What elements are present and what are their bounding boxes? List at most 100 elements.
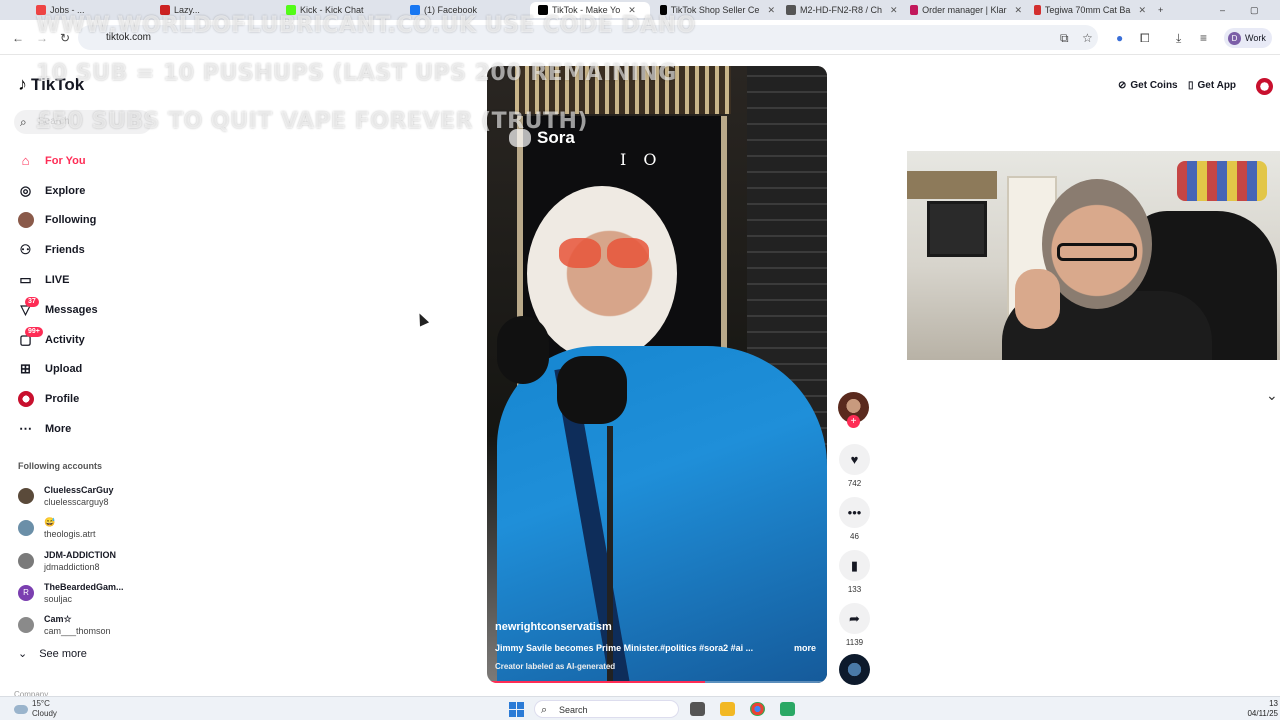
extensions-puzzle-icon[interactable]: ⧠ bbox=[1140, 31, 1150, 46]
extension-icon[interactable]: ● bbox=[1116, 31, 1123, 45]
list-item[interactable]: 😅 theologis.atrt bbox=[18, 512, 124, 544]
browser-tab[interactable]: TikTok Shop Seller Ce ✕ bbox=[660, 2, 775, 18]
list-item[interactable]: JDM-ADDICTION jdmaddiction8 bbox=[18, 545, 124, 577]
get-coins-button[interactable]: ⊘ Get Coins bbox=[1118, 80, 1178, 91]
sidebar-item-messages[interactable]: ▽ 37 Messages bbox=[18, 295, 98, 325]
sidebar-item-for-you[interactable]: ⌂ For You bbox=[18, 146, 98, 176]
caps-on-wall bbox=[1177, 161, 1267, 201]
system-clock[interactable]: 13 04/11/25 bbox=[1247, 699, 1278, 719]
tiktok-logo[interactable]: ♪ TikTok bbox=[18, 74, 84, 95]
browser-tab[interactable]: Lazy... bbox=[160, 2, 260, 18]
get-app-button[interactable]: ▯ Get App bbox=[1188, 80, 1236, 91]
browser-tab[interactable]: Order manager | Klar ✕ bbox=[910, 2, 1022, 18]
mouse-cursor-icon bbox=[414, 311, 430, 327]
tab-label: (1) Facebook bbox=[424, 5, 478, 15]
list-item[interactable]: Cam☆ cam___thomson bbox=[18, 609, 124, 641]
url-field[interactable]: tiktok.com bbox=[78, 25, 1098, 50]
compass-icon: ◎ bbox=[19, 182, 32, 198]
clock-time: 13 bbox=[1269, 699, 1278, 708]
sidebar-item-label: Explore bbox=[45, 184, 86, 197]
file-explorer-icon[interactable] bbox=[720, 702, 735, 716]
list-item[interactable]: CluelessCarGuy cluelesscarguy8 bbox=[18, 480, 124, 512]
sidebar-item-explore[interactable]: ◎ Explore bbox=[18, 176, 98, 206]
tab-label: TikTok - Make Yo bbox=[552, 5, 621, 15]
phone-icon: ▯ bbox=[1188, 80, 1194, 91]
profile-button[interactable]: D Work bbox=[1224, 28, 1272, 48]
like-button[interactable]: ♥ 742 bbox=[839, 444, 870, 488]
windows-taskbar: 15°C Cloudy ⌕ Search 13 04/11/25 bbox=[0, 696, 1280, 720]
monitor bbox=[927, 201, 987, 257]
user-avatar[interactable] bbox=[1256, 78, 1273, 95]
bookmark-star-icon[interactable]: ☆ bbox=[1082, 31, 1093, 45]
browser-tab[interactable]: (1) Facebook bbox=[410, 2, 520, 18]
following-accounts-title: Following accounts bbox=[18, 461, 103, 471]
tab-label: Lazy... bbox=[174, 5, 200, 15]
list-item[interactable]: R TheBeardedGam... souljac bbox=[18, 577, 124, 609]
close-icon[interactable]: ✕ bbox=[1138, 5, 1146, 16]
tab-label: TikTok Shop Seller Ce bbox=[670, 5, 760, 15]
download-icon[interactable]: ⤓ bbox=[1176, 31, 1181, 46]
sidebar-item-profile[interactable]: Profile bbox=[17, 384, 98, 414]
see-more-button[interactable]: ⌄ See more bbox=[18, 647, 87, 661]
forward-icon[interactable]: → bbox=[36, 31, 48, 45]
upload-icon: ⊞ bbox=[20, 361, 31, 377]
video-description-row: Jimmy Savile becomes Prime Minister.#pol… bbox=[495, 643, 820, 653]
more-button[interactable]: more bbox=[794, 643, 816, 653]
bookmark-icon: ▮ bbox=[839, 550, 870, 581]
get-app-label: Get App bbox=[1197, 80, 1237, 91]
profile-icon bbox=[17, 391, 34, 408]
creator-avatar[interactable]: + bbox=[838, 392, 869, 428]
account-handle: cluelesscarguy8 bbox=[44, 497, 109, 508]
save-button[interactable]: ▮ 133 bbox=[839, 550, 870, 594]
browser-tab[interactable]: Jobs - ... bbox=[36, 2, 154, 18]
task-view-icon[interactable] bbox=[690, 702, 705, 716]
follow-plus-icon[interactable]: + bbox=[847, 415, 860, 428]
video-author[interactable]: newrightconservatism bbox=[495, 621, 820, 633]
install-app-icon[interactable]: ⧉ bbox=[1060, 31, 1069, 46]
minimize-icon[interactable]: – bbox=[1220, 2, 1230, 18]
close-icon[interactable]: ✕ bbox=[1014, 5, 1022, 16]
sidebar-item-following[interactable]: Following bbox=[17, 206, 98, 236]
close-icon[interactable]: ✕ bbox=[890, 5, 898, 16]
tab-favicon bbox=[36, 5, 46, 15]
music-disc-icon[interactable] bbox=[839, 654, 870, 685]
comment-button[interactable]: ••• 46 bbox=[839, 497, 870, 541]
browser-tab-active[interactable]: TikTok - Make Yo ✕ bbox=[530, 2, 650, 18]
reading-list-icon[interactable]: ≡ bbox=[1200, 31, 1207, 45]
account-handle: theologis.atrt bbox=[44, 529, 96, 540]
sidebar-item-upload[interactable]: ⊞ Upload bbox=[18, 355, 98, 385]
weather-widget[interactable]: 15°C Cloudy bbox=[14, 699, 57, 719]
new-tab-button[interactable]: + bbox=[1158, 2, 1170, 18]
browser-tab[interactable]: Kick - Kick Chat bbox=[286, 2, 396, 18]
taskbar-search-input[interactable]: ⌕ Search bbox=[534, 700, 679, 718]
close-icon[interactable]: ✕ bbox=[628, 5, 636, 16]
next-video-chevron-icon[interactable]: ⌄ bbox=[1266, 387, 1278, 404]
browser-tab[interactable]: Tegiwa 70mm Cat Ba ✕ bbox=[1034, 2, 1146, 18]
search-input[interactable]: ⌕ Search bbox=[14, 110, 152, 134]
maximize-icon[interactable]: ▢ bbox=[1250, 2, 1260, 18]
back-icon[interactable]: ← bbox=[12, 31, 24, 45]
address-bar-row: ← → ↻ tiktok.com ⧉ ☆ ● ⧠ ⤓ ≡ D Work bbox=[0, 20, 1280, 55]
browser-tab-strip: Jobs - ... Lazy... Kick - Kick Chat (1) … bbox=[0, 0, 1280, 20]
browser-tab[interactable]: M2-HD-FN2-R8 / Ch ✕ bbox=[786, 2, 898, 18]
sidebar-item-activity[interactable]: ▢ 99+ Activity bbox=[18, 325, 98, 355]
video-progress-bar[interactable] bbox=[487, 681, 827, 683]
windows-start-icon[interactable] bbox=[509, 702, 524, 717]
temperature: 15°C bbox=[32, 699, 50, 708]
clock-date: 04/11/25 bbox=[1247, 709, 1278, 718]
get-coins-label: Get Coins bbox=[1130, 80, 1178, 91]
video-player[interactable]: I O Sora newrightconservatism Jimmy Savi… bbox=[487, 66, 827, 683]
sidebar-item-label: For You bbox=[45, 154, 86, 167]
sidebar-item-live[interactable]: ▭ LIVE bbox=[18, 265, 98, 295]
share-button[interactable]: ➦ 1139 bbox=[839, 603, 870, 647]
reload-icon[interactable]: ↻ bbox=[60, 31, 70, 45]
sidebar-item-more[interactable]: ⋯ More bbox=[18, 414, 98, 444]
microphone bbox=[557, 356, 627, 424]
chrome-icon[interactable] bbox=[750, 702, 765, 716]
app-icon[interactable] bbox=[780, 702, 795, 716]
tab-label: Tegiwa 70mm Cat Ba bbox=[1044, 5, 1131, 15]
search-icon: ⌕ bbox=[20, 115, 27, 129]
sidebar-item-friends[interactable]: ⚇ Friends bbox=[18, 235, 98, 265]
activity-badge: 99+ bbox=[25, 326, 43, 337]
close-icon[interactable]: ✕ bbox=[767, 5, 775, 16]
